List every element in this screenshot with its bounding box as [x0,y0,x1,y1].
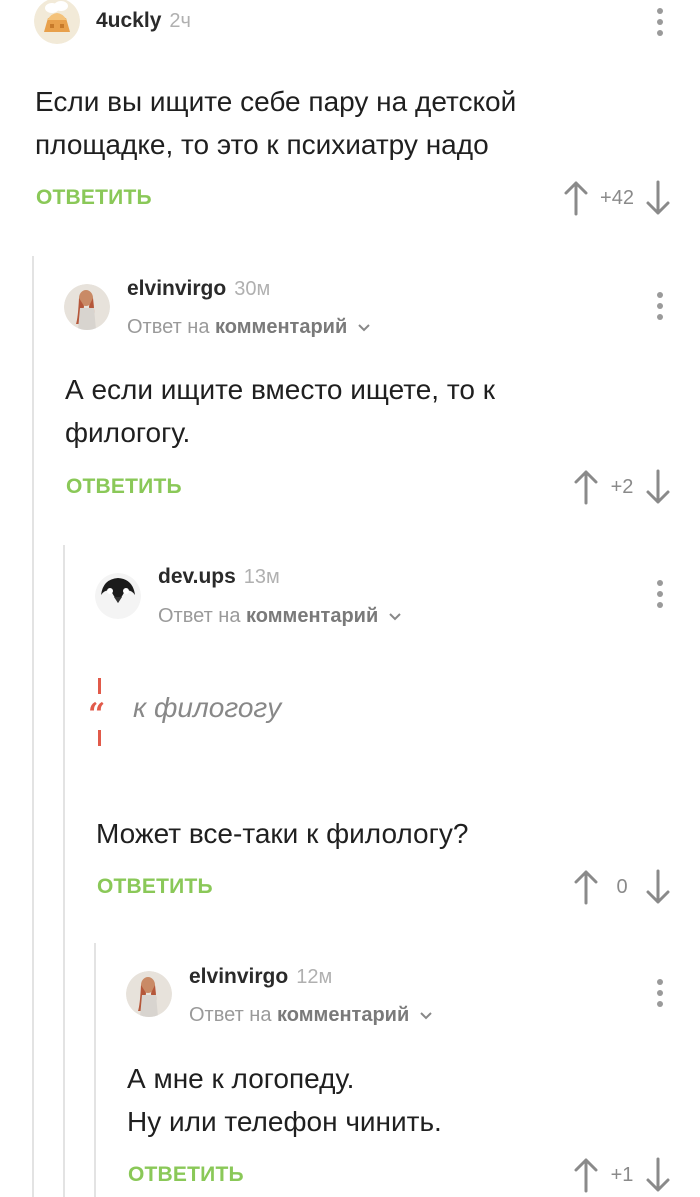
comment-time: 30м [234,278,271,300]
vote-controls: +42 [562,178,672,218]
reply-to-target[interactable]: комментарий [246,605,378,627]
comment-body: А если ищите вместо ищете, то к филогогу… [65,368,655,454]
arrow-up-icon[interactable] [562,180,590,216]
comment-author[interactable]: 4uckly 2ч [96,9,191,33]
quote-bar [98,730,101,746]
quote-block: “ к филогогу [88,678,658,748]
reply-to-prefix: Ответ на [158,605,241,627]
thread-line-level-2 [63,545,65,1197]
comment-line: площадке, то это к психиатру надо [35,129,489,160]
comment-line: А если ищите вместо ищете, то к [65,374,495,405]
author-name[interactable]: dev.ups [158,565,236,588]
reply-to-prefix: Ответ на [127,316,210,338]
comment-line: филогогу. [65,417,191,448]
more-vertical-icon[interactable] [656,580,664,608]
reply-to-target[interactable]: комментарий [215,316,347,338]
chevron-down-icon[interactable] [388,612,402,622]
comment-body: Если вы ищите себе пару на детской площа… [35,80,655,166]
reply-to-link[interactable]: Ответ на комментарий [158,605,402,628]
comment-body: Может все-таки к филологу? [96,812,656,855]
avatar[interactable] [126,971,172,1017]
vote-controls: 0 [572,867,672,907]
more-vertical-icon[interactable] [656,979,664,1007]
avatar[interactable] [95,573,141,619]
vote-score: +2 [610,475,634,498]
comment-author[interactable]: dev.ups 13м [158,565,280,589]
vote-score: 0 [616,875,628,898]
chevron-down-icon[interactable] [357,323,371,333]
reply-to-link[interactable]: Ответ на комментарий [127,316,371,339]
reply-button[interactable]: ОТВЕТИТЬ [36,186,152,210]
reply-to-link[interactable]: Ответ на комментарий [189,1004,433,1027]
comment-author[interactable]: elvinvirgo 30м [127,277,270,301]
avatar[interactable] [34,0,80,44]
vote-controls: +1 [572,1155,672,1195]
comment-time: 13м [243,566,280,588]
comment-time: 12м [296,966,333,988]
arrow-down-icon[interactable] [644,180,672,216]
arrow-down-icon[interactable] [644,1157,672,1193]
comment-author[interactable]: elvinvirgo 12м [189,965,332,989]
arrow-up-icon[interactable] [572,1157,600,1193]
reply-button[interactable]: ОТВЕТИТЬ [128,1163,244,1187]
quote-bar [98,678,101,694]
vote-controls: +2 [572,467,672,507]
reply-to-target[interactable]: комментарий [277,1004,409,1026]
comments-page: 4uckly 2ч Если вы ищите себе пару на детс… [0,0,700,1197]
arrow-down-icon[interactable] [644,469,672,505]
author-name[interactable]: elvinvirgo [127,277,226,300]
vote-score: +1 [610,1163,634,1186]
more-vertical-icon[interactable] [656,292,664,320]
arrow-down-icon[interactable] [644,869,672,905]
comment-line: Ну или телефон чинить. [127,1106,442,1137]
thread-line-level-1 [32,256,34,1197]
reply-to-prefix: Ответ на [189,1004,272,1026]
thread-line-level-3 [94,943,96,1197]
comment-line: Если вы ищите себе пару на детской [35,86,517,117]
comment-time: 2ч [169,10,191,32]
arrow-up-icon[interactable] [572,869,600,905]
reply-button[interactable]: ОТВЕТИТЬ [97,875,213,899]
author-name[interactable]: elvinvirgo [189,965,288,988]
more-vertical-icon[interactable] [656,8,664,36]
author-name[interactable]: 4uckly [96,9,161,32]
avatar[interactable] [64,284,110,330]
arrow-up-icon[interactable] [572,469,600,505]
quote-mark-icon: “ [88,697,106,732]
comment-line: Может все-таки к филологу? [96,818,469,849]
comment-line: А мне к логопеду. [127,1063,355,1094]
chevron-down-icon[interactable] [419,1011,433,1021]
quote-text: к филогогу [133,692,282,723]
reply-button[interactable]: ОТВЕТИТЬ [66,475,182,499]
comment-body: А мне к логопеду. Ну или телефон чинить. [127,1057,657,1143]
vote-score: +42 [600,186,634,209]
